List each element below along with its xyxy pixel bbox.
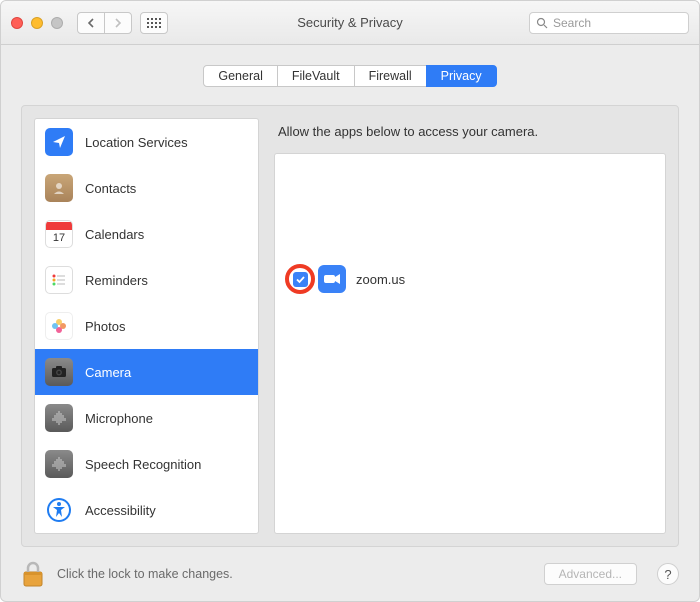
tab-firewall[interactable]: Firewall: [354, 65, 427, 87]
sidebar-item-microphone[interactable]: Microphone: [35, 395, 258, 441]
speech-icon: [45, 450, 73, 478]
sidebar-item-accessibility[interactable]: Accessibility: [35, 487, 258, 533]
tab-privacy[interactable]: Privacy: [426, 65, 497, 87]
sidebar-item-photos[interactable]: Photos: [35, 303, 258, 349]
sidebar-item-label: Calendars: [85, 227, 144, 242]
sidebar-item-location-services[interactable]: Location Services: [35, 119, 258, 165]
location-icon: [45, 128, 73, 156]
video-icon: [318, 265, 346, 293]
back-button[interactable]: [77, 12, 105, 34]
content-area: Location Services Contacts 17 Calendars: [21, 105, 679, 547]
sidebar-item-reminders[interactable]: Reminders: [35, 257, 258, 303]
app-row-zoom[interactable]: zoom.us: [275, 259, 665, 299]
sidebar-item-label: Microphone: [85, 411, 153, 426]
nav-buttons: [77, 12, 132, 34]
forward-button[interactable]: [104, 12, 132, 34]
window-title: Security & Privacy: [297, 15, 402, 30]
close-window-button[interactable]: [11, 17, 23, 29]
maximize-window-button[interactable]: [51, 17, 63, 29]
tab-filevault[interactable]: FileVault: [277, 65, 355, 87]
lock-hint-text: Click the lock to make changes.: [57, 567, 233, 581]
pane-description: Allow the apps below to access your came…: [278, 124, 662, 139]
sidebar-item-calendars[interactable]: 17 Calendars: [35, 211, 258, 257]
sidebar-item-camera[interactable]: Camera: [35, 349, 258, 395]
minimize-window-button[interactable]: [31, 17, 43, 29]
show-all-button[interactable]: [140, 12, 168, 34]
app-permission-list[interactable]: zoom.us: [274, 153, 666, 534]
help-button[interactable]: ?: [657, 563, 679, 585]
window-controls: [11, 17, 63, 29]
privacy-category-list[interactable]: Location Services Contacts 17 Calendars: [34, 118, 259, 534]
grid-icon: [147, 18, 161, 28]
sidebar-item-label: Speech Recognition: [85, 457, 201, 472]
microphone-icon: [45, 404, 73, 432]
sidebar-item-label: Contacts: [85, 181, 136, 196]
search-input[interactable]: [553, 16, 682, 30]
chevron-left-icon: [87, 18, 95, 28]
reminders-icon: [45, 266, 73, 294]
sidebar-item-speech-recognition[interactable]: Speech Recognition: [35, 441, 258, 487]
sidebar-item-label: Camera: [85, 365, 131, 380]
tab-general[interactable]: General: [203, 65, 277, 87]
sidebar-item-contacts[interactable]: Contacts: [35, 165, 258, 211]
advanced-button[interactable]: Advanced...: [544, 563, 637, 585]
lock-icon[interactable]: [21, 560, 45, 588]
check-icon: [295, 274, 306, 285]
sidebar-item-label: Photos: [85, 319, 125, 334]
app-name: zoom.us: [356, 272, 405, 287]
search-field[interactable]: [529, 12, 689, 34]
security-privacy-window: Security & Privacy General FileVault Fir…: [0, 0, 700, 602]
calendar-icon: 17: [45, 220, 73, 248]
sidebar-item-label: Location Services: [85, 135, 188, 150]
window-body: General FileVault Firewall Privacy Locat…: [1, 45, 699, 547]
chevron-right-icon: [114, 18, 122, 28]
photos-icon: [45, 312, 73, 340]
contacts-icon: [45, 174, 73, 202]
detail-pane: Allow the apps below to access your came…: [274, 118, 666, 534]
title-bar: Security & Privacy: [1, 1, 699, 45]
footer: Click the lock to make changes. Advanced…: [1, 547, 699, 601]
sidebar-item-label: Reminders: [85, 273, 148, 288]
camera-icon: [45, 358, 73, 386]
app-checkbox[interactable]: [293, 272, 308, 287]
accessibility-icon: [45, 496, 73, 524]
search-icon: [536, 17, 548, 29]
sidebar-item-label: Accessibility: [85, 503, 156, 518]
tab-bar: General FileVault Firewall Privacy: [21, 65, 679, 87]
